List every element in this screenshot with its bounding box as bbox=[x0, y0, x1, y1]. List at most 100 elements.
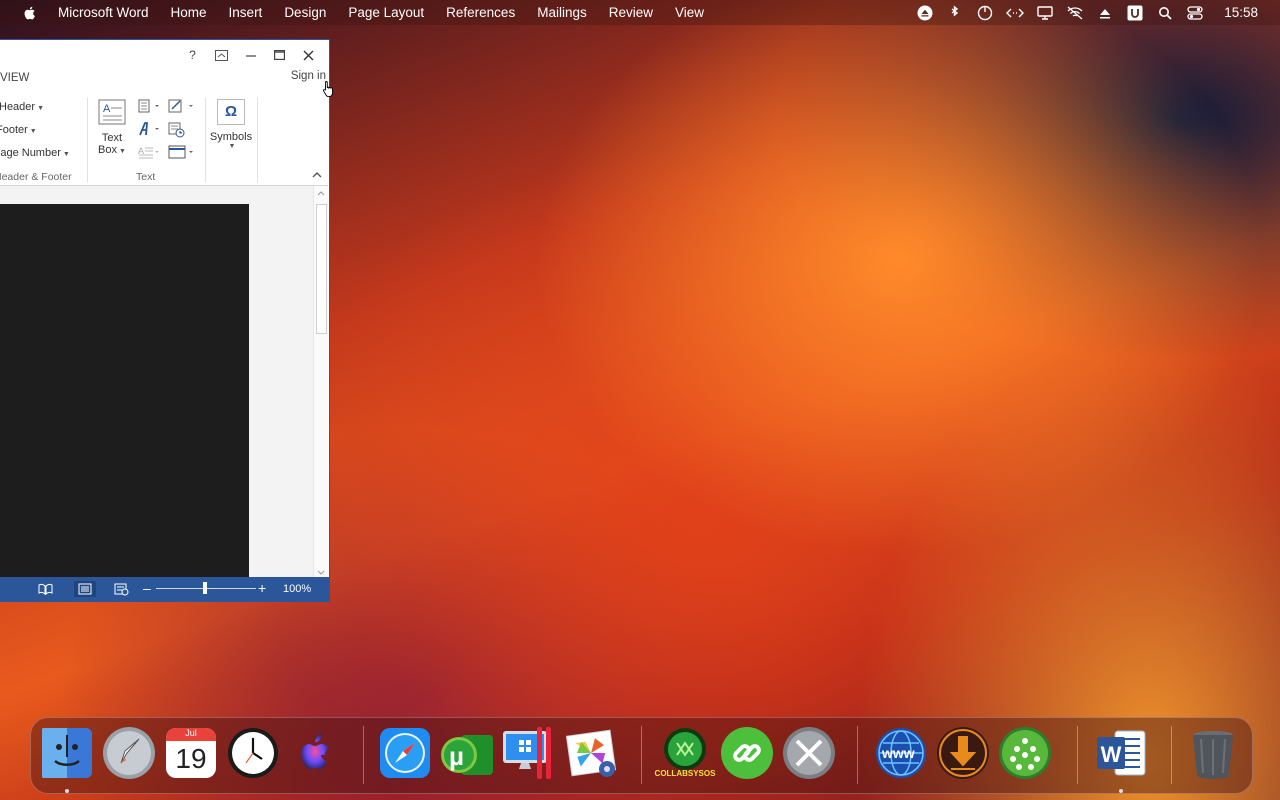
object-icon bbox=[168, 145, 193, 159]
running-indicator bbox=[65, 789, 69, 793]
ribbon-insert: Header▼ Footer▼ Page Number▼ Header & Fo… bbox=[0, 95, 328, 186]
calendar-month: Jul bbox=[185, 728, 197, 738]
power-clock-icon[interactable] bbox=[976, 5, 994, 21]
document-page[interactable] bbox=[0, 204, 249, 580]
signature-line-icon bbox=[168, 99, 193, 113]
signature-line-button[interactable] bbox=[168, 99, 196, 116]
close-button[interactable] bbox=[294, 46, 323, 64]
header-label: Header bbox=[0, 101, 36, 113]
menu-page-layout[interactable]: Page Layout bbox=[348, 5, 424, 20]
link-chain-icon[interactable] bbox=[719, 725, 775, 781]
svg-text:www: www bbox=[881, 745, 915, 761]
document-canvas[interactable] bbox=[0, 186, 314, 580]
header-dropdown[interactable]: Header ▼ bbox=[0, 101, 44, 113]
menu-design[interactable]: Design bbox=[284, 5, 326, 20]
eject-icon[interactable] bbox=[916, 5, 934, 21]
code-arrows-icon[interactable] bbox=[1006, 5, 1025, 21]
menu-review[interactable]: Review bbox=[609, 5, 653, 20]
wordart-button[interactable] bbox=[138, 122, 162, 139]
menu-view[interactable]: View bbox=[675, 5, 704, 20]
scroll-down-icon[interactable] bbox=[317, 570, 325, 576]
ribbon-display-options-button[interactable] bbox=[207, 46, 236, 64]
launchpad-icon[interactable] bbox=[101, 725, 157, 781]
zoom-in-button[interactable]: + bbox=[258, 580, 266, 596]
scroll-up-icon[interactable] bbox=[317, 190, 325, 196]
menu-insert[interactable]: Insert bbox=[229, 5, 263, 20]
control-center-icon[interactable] bbox=[1186, 5, 1204, 21]
menu-bar: Microsoft Word Home Insert Design Page L… bbox=[0, 0, 1280, 25]
scrollbar-thumb[interactable] bbox=[316, 204, 327, 334]
close-icon bbox=[303, 50, 314, 60]
chevron-down-icon: ▼ bbox=[37, 105, 45, 112]
dock-separator bbox=[857, 726, 858, 784]
quick-parts-button[interactable] bbox=[138, 99, 162, 116]
text-box-label-1: Text bbox=[101, 132, 123, 144]
running-indicator bbox=[1119, 789, 1123, 793]
print-layout-icon bbox=[78, 583, 92, 595]
utorrent-icon[interactable]: µ bbox=[439, 725, 495, 781]
page-number-dropdown[interactable]: Page Number▼ bbox=[0, 147, 70, 159]
sign-in-link[interactable]: Sign in bbox=[291, 70, 326, 82]
clock-icon[interactable] bbox=[225, 725, 281, 781]
siri-apple-icon[interactable] bbox=[287, 725, 343, 781]
page-number-label: Page Number bbox=[0, 147, 61, 159]
photos-app-icon[interactable] bbox=[563, 725, 619, 781]
tab-view[interactable]: VIEW bbox=[0, 72, 29, 84]
parallels-icon[interactable] bbox=[501, 725, 557, 781]
zoom-slider[interactable] bbox=[156, 582, 256, 594]
word-window: ? VIEW Sign in Header▼ Footer▼ Page Numb… bbox=[0, 39, 333, 602]
menu-references[interactable]: References bbox=[446, 5, 515, 20]
collabsysos-label: COLLABSYSOS bbox=[654, 769, 716, 778]
airplay-icon[interactable] bbox=[1096, 5, 1114, 21]
web-layout-button[interactable] bbox=[113, 582, 129, 596]
footer-dropdown[interactable]: Footer▼ bbox=[0, 124, 37, 136]
minimize-button[interactable] bbox=[236, 46, 265, 64]
menubar-clock[interactable]: 15:58 bbox=[1224, 5, 1258, 20]
read-mode-button[interactable] bbox=[37, 582, 53, 596]
group-divider bbox=[205, 98, 206, 182]
zoom-slider-thumb[interactable] bbox=[203, 582, 207, 594]
safari-icon[interactable] bbox=[377, 725, 433, 781]
zoom-out-button[interactable]: – bbox=[143, 580, 151, 596]
word-icon-letter: W bbox=[1100, 742, 1122, 767]
vertical-scrollbar[interactable] bbox=[313, 186, 328, 580]
text-box-icon: A bbox=[98, 99, 126, 125]
system-tools-icon[interactable] bbox=[781, 725, 837, 781]
group-label-text: Text bbox=[136, 171, 156, 183]
object-button[interactable] bbox=[168, 145, 196, 162]
network-people-icon[interactable] bbox=[997, 725, 1053, 781]
menu-app-name[interactable]: Microsoft Word bbox=[58, 5, 149, 20]
menu-mailings[interactable]: Mailings bbox=[537, 5, 587, 20]
symbols-label: Symbols bbox=[209, 131, 253, 143]
collapse-ribbon-button[interactable] bbox=[312, 169, 322, 181]
user-u-icon[interactable] bbox=[1126, 5, 1144, 21]
wifi-off-icon[interactable] bbox=[1066, 5, 1084, 21]
www-globe-icon[interactable]: www bbox=[873, 725, 929, 781]
maximize-icon bbox=[274, 50, 285, 60]
finder-icon[interactable] bbox=[39, 725, 95, 781]
menu-home[interactable]: Home bbox=[171, 5, 207, 20]
help-button[interactable]: ? bbox=[178, 46, 207, 64]
dock: Jul 19 µ COLLABSYSOS www W bbox=[30, 717, 1253, 794]
zoom-level[interactable]: 100% bbox=[283, 583, 311, 595]
bluetooth-icon[interactable] bbox=[946, 5, 964, 21]
trash-icon[interactable] bbox=[1185, 725, 1241, 781]
print-layout-button[interactable] bbox=[74, 581, 96, 597]
read-mode-icon bbox=[38, 583, 52, 595]
dock-separator bbox=[641, 726, 642, 784]
symbols-button[interactable]: Ω Symbols ▼ bbox=[208, 99, 254, 150]
wordart-icon bbox=[139, 122, 159, 136]
web-layout-icon bbox=[114, 583, 128, 595]
maximize-button[interactable] bbox=[265, 46, 294, 64]
minimize-icon bbox=[245, 55, 256, 57]
drop-cap-icon: A bbox=[138, 146, 159, 159]
date-time-button[interactable] bbox=[168, 122, 186, 141]
spotlight-search-icon[interactable] bbox=[1156, 5, 1174, 21]
quick-parts-icon bbox=[138, 99, 159, 113]
drop-cap-button[interactable]: A bbox=[138, 145, 162, 162]
download-arrow-icon[interactable] bbox=[935, 725, 991, 781]
display-icon[interactable] bbox=[1036, 5, 1054, 21]
text-box-button[interactable]: A Text Box ▼ bbox=[94, 99, 130, 156]
dock-separator bbox=[1171, 726, 1172, 784]
apple-logo-icon[interactable] bbox=[22, 5, 38, 21]
